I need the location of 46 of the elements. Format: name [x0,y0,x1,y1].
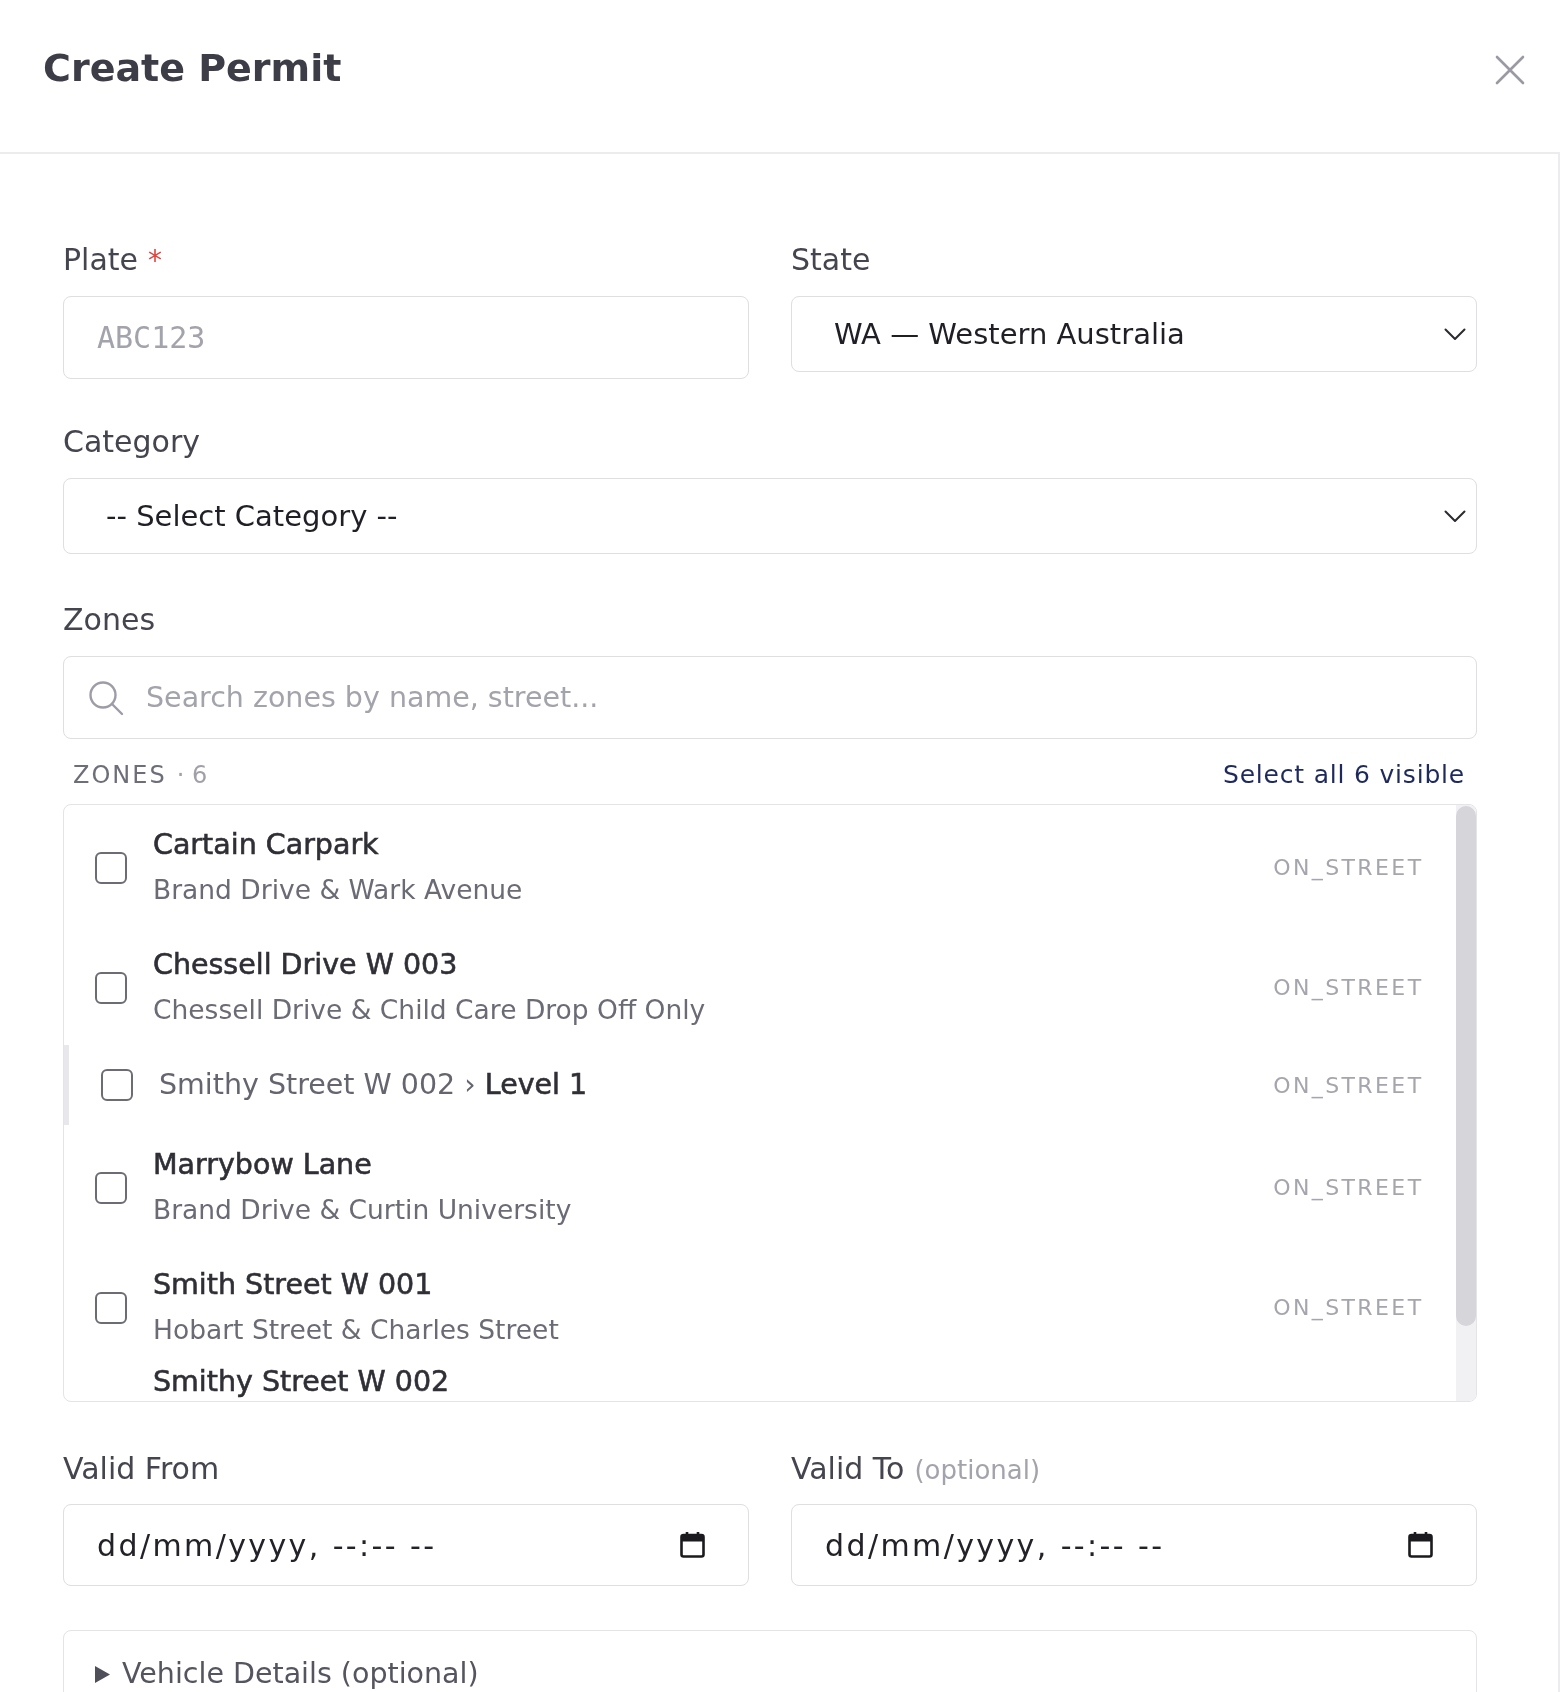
date-field[interactable]: dd/mm/yyyy, --:-- -- [63,1504,749,1586]
calendar-icon [680,1531,705,1558]
field-label: Zones [63,602,155,638]
zone-level-name: Smithy Street W 002 › Level 1 [159,1068,588,1101]
zone-type: ON_STREET [1273,1295,1424,1320]
zone-address: Hobart Street & Charles Street [153,1313,559,1347]
zone-address: Brand Drive & Wark Avenue [153,873,523,907]
optional-hint: (optional) [914,1454,1041,1487]
zone-address: Brand Drive & Curtin University [153,1193,572,1227]
field-label: Category [63,424,201,460]
search-icon [88,680,124,716]
state-select[interactable]: WA — Western Australia [791,296,1477,372]
field-label: Plate [63,242,139,278]
select-all-link[interactable]: Select all 6 visible [1223,760,1465,790]
checkbox[interactable] [95,1171,127,1204]
zone-type: ON_STREET [1273,1072,1424,1098]
checkbox[interactable] [95,851,127,884]
chevron-down-icon [1444,509,1466,523]
field-label: State [791,242,871,278]
zone-count: · 6 [176,760,208,790]
category-select[interactable]: -- Select Category -- [63,478,1477,554]
zone-name: Cartain Carpark [153,827,379,863]
field-label: Valid From [63,1451,220,1487]
chevron-down-icon [1444,327,1466,341]
required-mark: * [148,243,163,279]
dialog-title: Create Permit [43,45,342,92]
zone-name: Marrybow Lane [153,1147,372,1183]
zone-type: ON_STREET [1273,855,1424,880]
vehicle-details-toggle[interactable]: Vehicle Details (optional) [95,1657,479,1691]
list-heading: ZONES [73,760,167,790]
plate-input[interactable]: ABC123 [63,296,749,379]
checkbox[interactable] [95,971,127,1004]
checkbox[interactable] [95,1291,127,1324]
zone-name: Smith Street W 001 [153,1267,433,1303]
calendar-icon [1408,1531,1433,1558]
zone-name: Smithy Street W 002 [153,1365,450,1399]
date-field[interactable]: dd/mm/yyyy, --:-- -- [791,1504,1477,1586]
close-button[interactable] [1495,55,1525,85]
zone-type: ON_STREET [1273,975,1424,1000]
zone-name: Chessell Drive W 003 [153,947,458,983]
close-icon [1495,55,1525,85]
checkbox[interactable] [101,1069,133,1101]
field-label: Valid To [791,1451,905,1487]
zone-type: ON_STREET [1273,1175,1424,1200]
zone-address: Chessell Drive & Child Care Drop Off Only [153,993,706,1027]
search-field[interactable]: Search zones by name, street... [63,656,1477,739]
